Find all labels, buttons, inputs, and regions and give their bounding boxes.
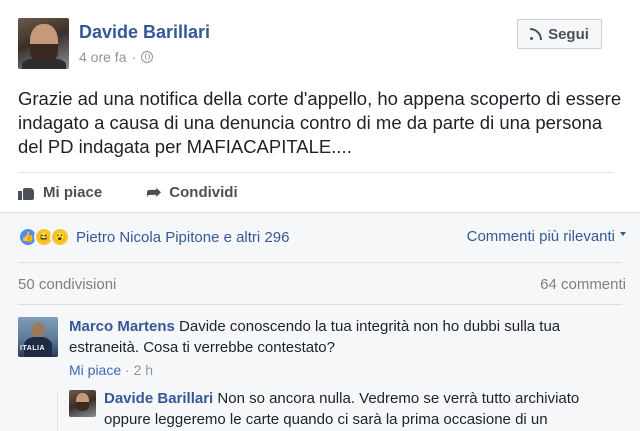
share-count[interactable]: 50 condivisioni: [18, 276, 116, 293]
like-button[interactable]: Mi piace: [18, 180, 102, 204]
comment: Marco Martens Davide conoscendo la tua i…: [69, 316, 609, 358]
wow-reaction-icon: 😮: [50, 227, 70, 247]
share-arrow-icon: ➦: [146, 181, 162, 202]
comment-actions: Mi piace · 2 h: [69, 362, 153, 378]
comment-separator: ·: [125, 362, 130, 378]
thumbs-up-icon: [18, 184, 35, 200]
caret-down-icon: [620, 231, 626, 236]
divider: [18, 172, 614, 173]
post-time[interactable]: 4 ore fa: [79, 49, 126, 65]
reply-thread-line: [57, 392, 58, 431]
reaction-names[interactable]: Pietro Nicola Pipitone e altri 296: [76, 229, 289, 246]
sort-label: Commenti più rilevanti: [466, 228, 615, 245]
like-label: Mi piace: [43, 183, 103, 201]
meta-separator: ·: [131, 49, 137, 65]
avatar-badge: ITALIA: [20, 345, 46, 352]
reply-avatar[interactable]: [69, 390, 96, 417]
post-text: Grazie ad una notifica della corte d'app…: [18, 88, 622, 157]
follow-label: Segui: [548, 25, 589, 43]
post-meta: 4 ore fa ·: [79, 49, 154, 65]
commenter-avatar[interactable]: ITALIA: [18, 317, 58, 357]
comment-count[interactable]: 64 commenti: [540, 276, 626, 293]
author-name[interactable]: Davide Barillari: [79, 22, 210, 43]
reply-author[interactable]: Davide Barillari: [104, 390, 213, 407]
post-card: Davide Barillari 4 ore fa · Segui Grazie…: [0, 0, 640, 431]
comment-sort-dropdown[interactable]: Commenti più rilevanti: [467, 228, 626, 245]
follow-button[interactable]: Segui: [517, 19, 602, 49]
globe-icon: [141, 51, 154, 63]
reactions-summary[interactable]: 👍 😆 😮 Pietro Nicola Pipitone e altri 296: [18, 227, 289, 247]
comment-author[interactable]: Marco Martens: [69, 318, 175, 335]
author-avatar[interactable]: [18, 18, 69, 69]
reply: Davide Barillari Non so ancora nulla. Ve…: [104, 388, 604, 430]
rss-icon: [530, 28, 543, 40]
comment-time[interactable]: 2 h: [134, 362, 153, 378]
divider: [18, 304, 622, 305]
share-label: Condividi: [169, 183, 238, 201]
post-actions: Mi piace ➦ Condividi: [18, 180, 238, 204]
comment-like-link[interactable]: Mi piace: [69, 362, 121, 378]
share-button[interactable]: ➦ Condividi: [146, 180, 237, 204]
divider: [18, 262, 622, 263]
